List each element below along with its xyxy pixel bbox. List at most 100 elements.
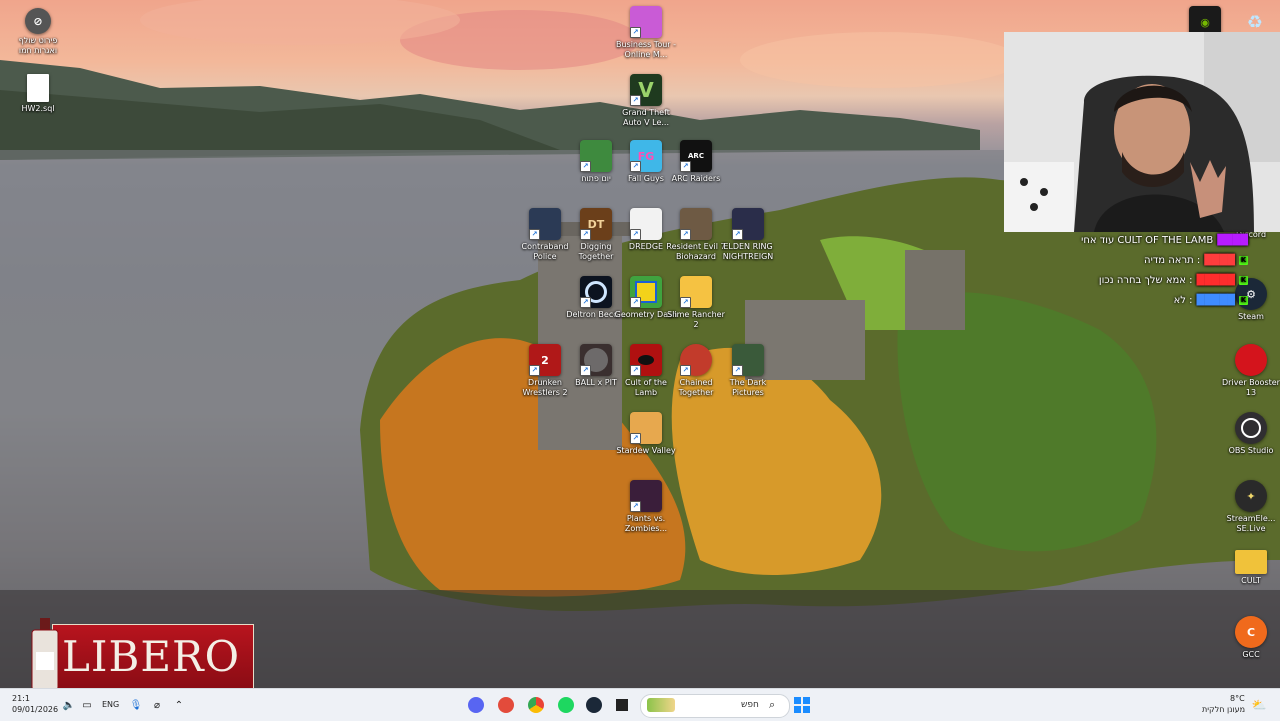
chat-username: ████ (1204, 254, 1235, 266)
desktop-icon-label: Driver Booster 13 (1222, 378, 1280, 397)
dark-pictures-icon: ↗ (732, 344, 764, 376)
chat-message-text: תראה מדיה : (1144, 254, 1201, 266)
desktop-icon-shield-app[interactable]: ⊘ פירוט שולף ואגרות חמו (6, 8, 70, 55)
windows-logo-icon (794, 697, 810, 713)
search-icon: ⌕ (769, 698, 776, 711)
file-icon (27, 74, 49, 102)
taskbar-app-red[interactable] (496, 695, 516, 715)
desktop-icon-label: Slime Rancher 2 (667, 310, 725, 329)
search-placeholder: חפש (741, 700, 759, 710)
desktop-icon-hw2-sql[interactable]: HW2.sql (6, 74, 70, 114)
deltron-icon: ↗ (580, 276, 612, 308)
taskbar-search-box[interactable]: חפש ⌕ (640, 694, 790, 718)
stream-chat-overlay: עוד אחי CULT OF THE LAMB ████ תראה מדיה … (1018, 230, 1248, 310)
ball-x-pit-icon: ↗ (580, 344, 612, 376)
desktop-icon-label: GCC (1242, 650, 1260, 659)
taskbar-spotify[interactable] (556, 695, 576, 715)
kick-badge-icon: K (1239, 255, 1248, 265)
weather-icon[interactable]: ⛅ (1250, 695, 1268, 715)
taskbar-steam[interactable] (584, 695, 604, 715)
desktop-icon-plants-vs-zombies[interactable]: ↗ Plants vs. Zombies... (614, 480, 678, 533)
taskbar-clock-time[interactable]: 21:1 (12, 694, 30, 703)
cult-of-the-lamb-icon: ↗ (630, 344, 662, 376)
taskbar-discord-app[interactable] (466, 695, 486, 715)
spotify-icon (558, 697, 574, 713)
desktop-icon-business-tour[interactable]: ↗ Business Tour - Online M... (614, 6, 678, 59)
chat-message-text: לא : (1173, 294, 1193, 306)
chat-message: עוד אחי CULT OF THE LAMB ████ (1018, 230, 1248, 250)
chat-username: █████ (1196, 294, 1235, 306)
elden-ring-icon: ↗ (732, 208, 764, 240)
webcam-person-image (1004, 32, 1280, 232)
microphone-icon[interactable]: 🎙 (130, 695, 143, 715)
desktop-icon-stardew-valley[interactable]: ↗ Stardew Valley (614, 412, 678, 456)
desktop-icon-label: ARC Raiders (671, 174, 721, 183)
desktop-icon-label: Steam (1238, 312, 1264, 321)
streamelements-icon: ✦ (1235, 480, 1267, 512)
chat-username: ████ (1217, 234, 1248, 246)
plants-vs-zombies-icon: ↗ (630, 480, 662, 512)
business-tour-icon: ↗ (630, 6, 662, 38)
contraband-police-icon: ↗ (529, 208, 561, 240)
desktop-icon-dark-pictures[interactable]: ↗ The Dark Pictures (716, 344, 780, 397)
chat-username: █████ (1196, 274, 1235, 286)
discord-icon (468, 697, 484, 713)
taskbar-chrome[interactable] (526, 695, 546, 715)
desktop-icon-cult-folder[interactable]: CULT (1222, 550, 1280, 586)
drunken-wrestlers-icon: 2 ↗ (529, 344, 561, 376)
chat-message-text: אמא שלך בחרה נכון : (1098, 274, 1193, 286)
chat-message: תראה מדיה : ████ K (1018, 250, 1248, 270)
desktop-icon-gcc[interactable]: C GCC (1222, 616, 1280, 660)
desktop-icon-gta-v[interactable]: V ↗ Grand Theft Auto V Le... (614, 74, 678, 127)
arc-raiders-icon: ARC ↗ (680, 140, 712, 172)
folder-icon (1235, 550, 1267, 574)
start-button[interactable] (792, 695, 812, 715)
chat-message: לא : █████ K (1018, 290, 1248, 310)
desktop-icon-slime-rancher[interactable]: ↗ Slime Rancher 2 (664, 276, 728, 329)
task-view-icon (616, 699, 628, 711)
chat-message: אמא שלך בחרה נכון : █████ K (1018, 270, 1248, 290)
resident-evil-icon: ↗ (680, 208, 712, 240)
geometry-dash-icon: ↗ (630, 276, 662, 308)
chrome-icon (528, 697, 544, 713)
desktop-icon-label: StreamEle... SE.Live (1226, 514, 1276, 533)
taskbar-clock-date[interactable]: 09/01/2026 (12, 705, 58, 714)
kick-badge-icon: K (1239, 275, 1248, 285)
volume-icon[interactable]: 🔈 (62, 695, 76, 715)
gcc-icon: C (1235, 616, 1267, 648)
fall-guys-icon: FG ↗ (630, 140, 662, 172)
weather-description[interactable]: מעונן חלקית (1202, 705, 1245, 714)
chat-message-text: עוד אחי CULT OF THE LAMB (1081, 234, 1214, 246)
digging-together-icon: DT ↗ (580, 208, 612, 240)
network-icon[interactable]: ▭ (80, 695, 94, 715)
desktop-icon-label: The Dark Pictures (729, 378, 767, 397)
anime-game-icon: ↗ (580, 140, 612, 172)
desktop-icon-label: Grand Theft Auto V Le... (622, 108, 670, 127)
taskbar-task-view[interactable] (612, 695, 632, 715)
desktop-icon-streamelements[interactable]: ✦ StreamEle... SE.Live (1222, 480, 1280, 533)
weather-temperature[interactable]: 8°C (1230, 694, 1245, 703)
gta-v-icon: V ↗ (630, 74, 662, 106)
app-icon (498, 697, 514, 713)
shield-app-icon: ⊘ (25, 8, 51, 34)
language-indicator[interactable]: ENG (102, 700, 119, 709)
obs-icon (1235, 412, 1267, 444)
taskbar: 21:1 09/01/2026 🔈 ▭ ENG 🎙 ⌀ ⌃ חפש ⌕ 8°C … (0, 688, 1280, 721)
kick-badge-icon: K (1239, 295, 1248, 305)
desktop-icon-label: Business Tour - Online M... (615, 40, 677, 59)
desktop-icon-obs[interactable]: OBS Studio (1222, 412, 1280, 456)
desktop-icon-label: Plants vs. Zombies... (624, 514, 668, 533)
steam-icon (586, 697, 602, 713)
desktop-icon-label: ELDEN RING NIGHTREIGN (722, 242, 774, 261)
libero-banner-text: LIBERO (62, 632, 241, 681)
desktop-icon-label: Stardew Valley (616, 446, 676, 455)
desktop-icon-elden-ring[interactable]: ↗ ELDEN RING NIGHTREIGN (716, 208, 780, 261)
camera-off-icon[interactable]: ⌀ (150, 695, 164, 715)
webcam-overlay (1004, 32, 1280, 232)
search-highlight-icon (647, 698, 675, 712)
chevron-up-icon[interactable]: ⌃ (172, 695, 186, 715)
desktop-icon-label: HW2.sql (21, 104, 55, 113)
stardew-valley-icon: ↗ (630, 412, 662, 444)
desktop-icon-arc-raiders[interactable]: ARC ↗ ARC Raiders (664, 140, 728, 184)
desktop-icon-driver-booster[interactable]: Driver Booster 13 (1222, 344, 1280, 397)
